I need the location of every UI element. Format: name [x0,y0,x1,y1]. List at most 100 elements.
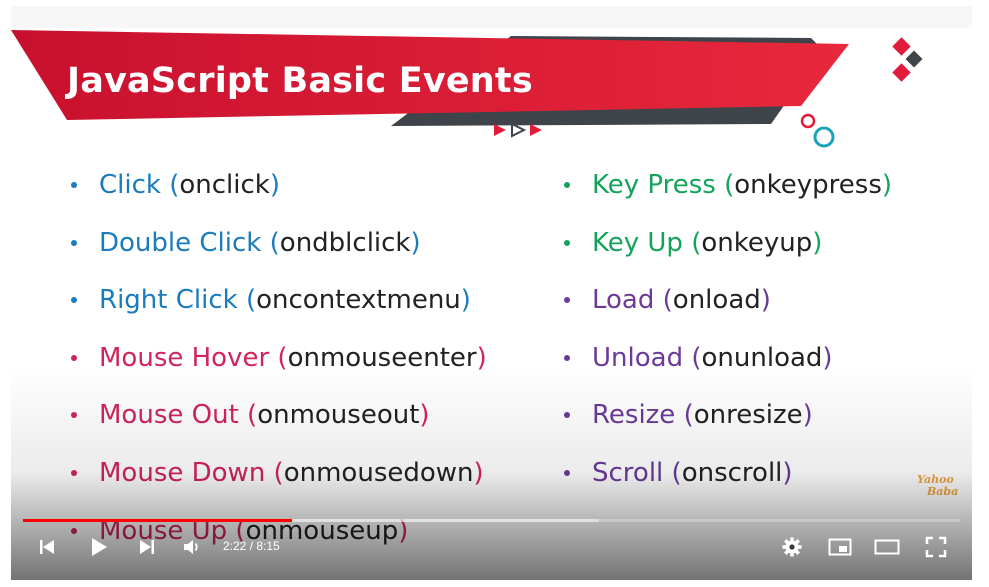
event-item: Mouse Out (onmouseout) [67,397,487,455]
event-name: Key Press [592,170,716,200]
bullet-icon [564,297,570,304]
open-paren: ( [654,285,673,316]
theater-icon [874,539,900,555]
slide: JavaScript Basic Events Click (onclick) D… [11,28,972,580]
event-handler: onmouseout [257,400,420,431]
bullet-icon [564,182,570,188]
fullscreen-button[interactable] [919,528,953,566]
fullscreen-icon [925,536,947,558]
slide-decorations [494,37,923,148]
progress-bar[interactable] [23,519,960,522]
event-item: Key Press (onkeypress) [560,167,892,225]
event-name: Double Click [99,227,262,258]
close-paren: ) [473,457,484,488]
event-name: Key Up [592,227,683,258]
event-item: Click (onclick) [67,167,487,225]
event-item: Double Click (ondblclick) [67,225,487,283]
event-name: Mouse Out [99,400,239,431]
next-icon [140,540,154,554]
event-item: Unload (onunload) [560,340,892,398]
miniplayer-button[interactable] [823,528,857,566]
event-item: Mouse Hover (onmouseenter) [67,340,487,398]
event-item: Load (onload) [560,282,892,340]
next-button[interactable] [133,528,161,566]
bullet-icon [564,469,570,476]
open-paren: ( [683,342,702,373]
close-paren: ) [812,227,823,258]
event-handler: onclick [179,170,270,200]
bullet-icon [71,412,77,419]
event-name: Scroll [592,457,664,488]
event-name: Load [592,285,655,316]
time-separator: / [246,539,257,553]
event-handler: ondblclick [279,227,411,258]
play-icon [92,538,107,556]
close-paren: ) [419,400,430,431]
right-event-list: Key Press (onkeypress) Key Up (onkeyup) Lo… [560,167,892,513]
close-paren: ) [822,342,833,373]
miniplayer-icon [828,538,852,556]
close-paren: ) [881,170,893,200]
volume-icon [184,540,198,554]
open-paren: ( [238,400,258,431]
close-paren: ) [782,457,793,488]
settings-icon [782,537,802,557]
open-paren: ( [269,342,288,373]
close-paren: ) [269,170,281,200]
open-paren: ( [261,227,280,258]
yahoo-baba-logo: Yahoo Baba [917,474,961,498]
volume-button[interactable] [179,528,205,566]
theater-button[interactable] [870,528,904,566]
time-display: 2:22 / 8:15 [223,539,280,553]
bullet-icon [564,354,570,361]
event-handler: onresize [693,400,803,431]
close-paren: ) [760,285,771,316]
event-name: Right Click [99,285,238,316]
event-item: Mouse Down (onmousedown) [67,455,487,513]
progress-played [23,519,292,522]
close-paren: ) [476,342,487,373]
bullet-icon [564,239,570,246]
open-paren: ( [715,170,735,200]
previous-icon [40,540,54,554]
event-item: Resize (onresize) [560,397,892,455]
close-paren: ) [410,227,421,258]
event-name: Resize [592,400,676,431]
event-name: Mouse Hover [99,342,270,373]
bullet-icon [71,182,77,188]
event-handler: onkeypress [734,170,882,200]
event-handler: onmousedown [283,457,474,488]
open-paren: ( [265,457,284,488]
play-button[interactable] [84,528,114,566]
player-controls: 2:22 / 8:15 [11,528,972,568]
event-name: Unload [592,342,684,373]
event-name: Click [99,170,161,200]
video-player[interactable]: JavaScript Basic Events Click (onclick) D… [11,6,972,580]
event-handler: onmouseenter [287,342,477,373]
open-paren: ( [237,285,257,316]
left-event-list: Click (onclick) Double Click (ondblclick)… [67,167,487,570]
settings-button[interactable] [775,528,809,566]
event-handler: onunload [701,342,823,373]
bullet-icon [71,297,77,304]
arrows-icon [494,122,542,138]
circles-icon [800,113,835,148]
bullet-icon [71,239,77,246]
close-paren: ) [802,400,813,431]
event-item: Right Click (oncontextmenu) [67,282,487,340]
open-paren: ( [663,457,682,488]
open-paren: ( [160,170,180,200]
previous-button[interactable] [33,528,61,566]
event-handler: onload [672,285,761,316]
duration: 8:15 [256,539,280,553]
event-name: Mouse Down [99,457,266,488]
event-item: Key Up (onkeyup) [560,225,892,283]
diamond-logo-icon [892,37,923,82]
event-item: Scroll (onscroll) [560,455,892,513]
current-time: 2:22 [223,539,247,553]
bullet-icon [71,469,77,476]
close-paren: ) [460,285,471,316]
open-paren: ( [675,400,694,431]
event-handler: oncontextmenu [256,285,461,316]
slide-title: JavaScript Basic Events [67,61,533,101]
